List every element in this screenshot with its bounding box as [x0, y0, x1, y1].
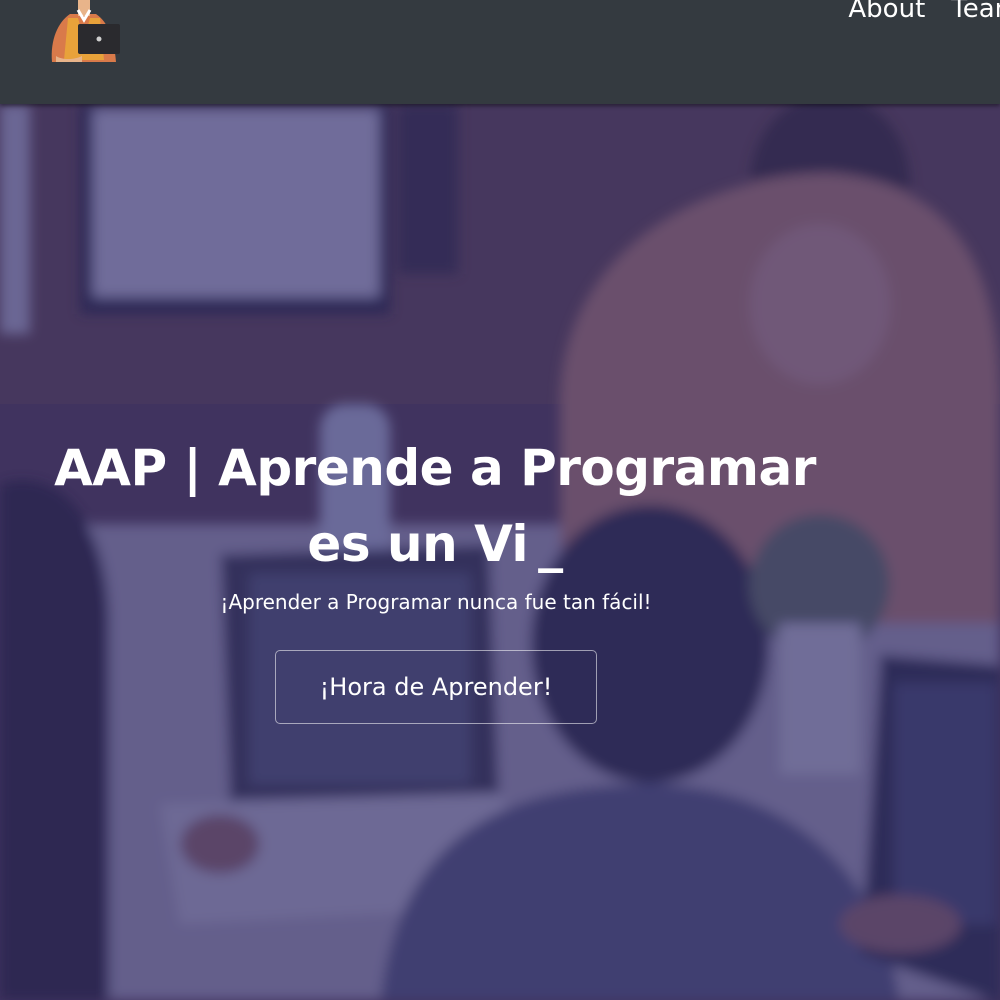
hero-title-line2: es un Vi — [307, 515, 529, 573]
brand-logo[interactable] — [44, 0, 124, 64]
person-with-laptop-logo-icon — [51, 0, 120, 62]
hero-title: AAP | Aprende a Programar es un Vi _ — [20, 430, 850, 582]
nav-link-team[interactable]: Team — [951, 0, 1000, 24]
page: About Team — [0, 0, 1000, 1000]
hero-title-line1: AAP | Aprende a Programar — [54, 439, 816, 497]
hero-content: AAP | Aprende a Programar es un Vi _ ¡Apr… — [0, 104, 1000, 1000]
nav-links: About Team — [848, 0, 1000, 24]
navbar: About Team — [0, 0, 1000, 104]
hero-section: AAP | Aprende a Programar es un Vi _ ¡Apr… — [0, 104, 1000, 1000]
hero-subtitle: ¡Aprender a Programar nunca fue tan fáci… — [220, 590, 652, 614]
nav-link-about[interactable]: About — [848, 0, 925, 24]
typing-cursor: _ — [538, 515, 563, 573]
start-learning-button[interactable]: ¡Hora de Aprender! — [275, 650, 597, 724]
